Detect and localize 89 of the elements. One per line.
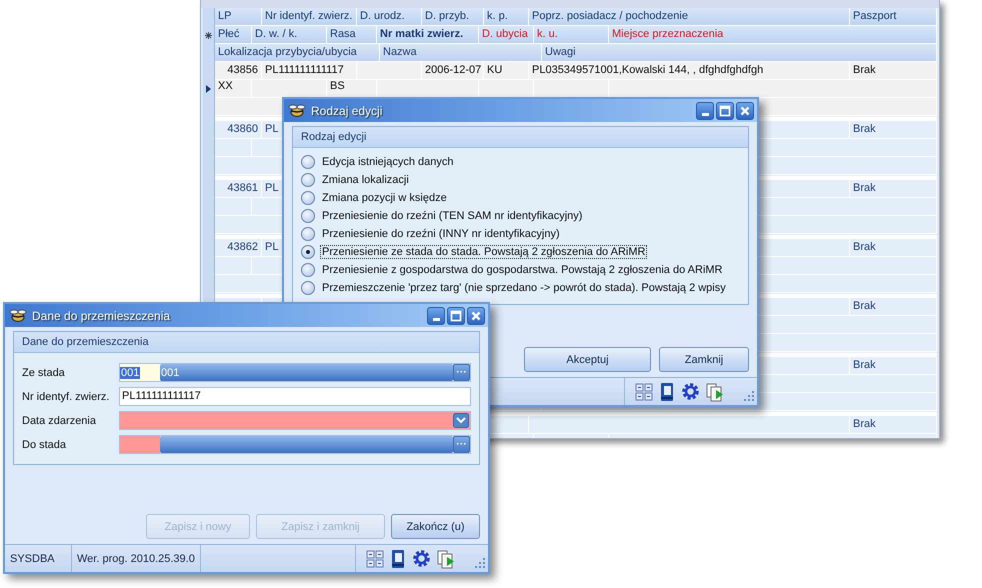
column-header[interactable]: k. p. <box>484 8 529 25</box>
book-icon[interactable] <box>659 382 675 402</box>
maximize-icon <box>719 104 731 116</box>
radio-option[interactable]: Zmiana pozycji w księdze <box>301 189 449 206</box>
column-header[interactable]: Lokalizacja przybycia/ubycia <box>215 44 380 61</box>
settings-icon[interactable] <box>412 549 431 568</box>
browse-button[interactable] <box>453 364 470 381</box>
dialog-button[interactable]: Akceptuj <box>524 347 651 372</box>
table-cell: BS <box>330 80 345 92</box>
app-icon <box>9 308 27 322</box>
table-cell: PL <box>265 241 278 253</box>
column-header[interactable]: Nazwa <box>380 44 542 61</box>
close-icon <box>470 310 482 322</box>
ellipsis-icon <box>457 443 466 446</box>
close-icon <box>739 104 751 116</box>
close-button[interactable] <box>467 306 485 324</box>
current-row-icon <box>206 85 211 93</box>
table-cell: PL <box>265 182 278 194</box>
asterisk-icon <box>205 32 212 38</box>
table-cell: Brak <box>853 241 876 253</box>
column-header[interactable]: D. w. / k. <box>252 26 327 43</box>
table-cell: Brak <box>853 359 876 371</box>
column-header[interactable]: Rasa <box>327 26 377 43</box>
column-header[interactable]: Nr matki zwierz. <box>377 26 479 43</box>
table-cell: 43862 <box>227 241 258 253</box>
window-title: Dane do przemieszczenia <box>32 308 170 322</box>
maximize-button[interactable] <box>447 306 465 324</box>
status-user: SYSDBA <box>5 545 72 572</box>
minimize-icon <box>702 112 708 116</box>
column-header[interactable]: Płeć <box>215 26 252 43</box>
column-header[interactable]: Uwagi <box>542 44 937 61</box>
column-header[interactable]: Nr identyf. zwierz. <box>262 8 357 25</box>
field-label: Nr identyf. zwierz. <box>22 390 110 402</box>
minimize-button[interactable] <box>427 306 445 324</box>
column-header[interactable]: Poprz. posiadacz / pochodzenie <box>529 8 850 25</box>
column-header[interactable]: D. przyb. <box>422 8 484 25</box>
table-cell: Brak <box>853 300 876 312</box>
table-cell: PL111111111117 <box>265 64 344 76</box>
ellipsis-icon <box>457 371 466 374</box>
dropdown-icon[interactable] <box>453 413 469 428</box>
resize-grip-icon[interactable] <box>744 391 755 402</box>
app-icon <box>288 104 306 118</box>
table-cell: Brak <box>853 418 876 430</box>
table-cell: Brak <box>853 182 876 194</box>
radio-option[interactable]: Przeniesienie z gospodarstwa do gospodarstwa. Powstają 2 zgłoszenia do ARiMR <box>301 261 724 278</box>
maximize-button[interactable] <box>716 102 734 120</box>
code-value: 001 <box>120 366 140 378</box>
field-label: Do stada <box>22 438 68 450</box>
dialog-button[interactable]: Zakończ (u) <box>391 514 480 539</box>
table-cell: 2006-12-07 <box>425 64 482 76</box>
column-header[interactable]: D. urodz. <box>357 8 422 25</box>
table-cell: Brak <box>853 123 876 135</box>
group-title: Dane do przemieszczenia <box>22 336 149 348</box>
table-cell: KU <box>487 64 502 76</box>
radio-option[interactable]: Przeniesienie do rzeźni (TEN SAM nr identyfikacyjny) <box>301 207 584 224</box>
input-field[interactable]: PL111111111117 <box>119 387 471 406</box>
calculator-icon[interactable] <box>366 550 384 568</box>
minimize-button[interactable] <box>696 102 714 120</box>
field-label: Data zdarzenia <box>22 414 97 426</box>
maximize-icon <box>450 310 462 322</box>
status-version: Wer. prog. 2010.25.39.0 <box>72 545 201 572</box>
window-title: Rodzaj edycji <box>311 104 382 118</box>
radio-option[interactable]: Edycja istniejących danych <box>301 153 456 170</box>
table-cell: 43856 <box>227 64 258 76</box>
lookup-field[interactable]: 001 001 <box>119 363 471 382</box>
book-icon[interactable] <box>390 548 406 568</box>
minimize-icon <box>432 318 440 320</box>
resize-grip-icon[interactable] <box>475 558 486 569</box>
table-cell: XX <box>218 80 233 92</box>
column-header[interactable]: Paszport <box>850 8 937 25</box>
radio-option[interactable]: Przemieszczenie 'przez targ' (nie sprzedano -> powrót do stada). Powstają 2 wpisy <box>301 279 728 296</box>
table-cell: 43860 <box>227 123 258 135</box>
table-cell: PL035349571001,Kowalski 144, , dfghdfghdfgh <box>532 64 764 76</box>
table-cell: PL <box>265 123 278 135</box>
radio-option[interactable]: Przeniesienie do rzeźni (INNY nr identyfikacyjny) <box>301 225 562 242</box>
browse-button[interactable] <box>453 436 470 453</box>
calculator-icon[interactable] <box>635 382 653 400</box>
date-field[interactable] <box>119 411 471 430</box>
radio-option[interactable]: Zmiana lokalizacji <box>301 171 411 188</box>
table-cell: 43861 <box>227 182 258 194</box>
field-label: Ze stada <box>22 366 66 378</box>
dialog-button[interactable]: Zamknij <box>659 347 749 372</box>
table-cell: Brak <box>853 64 876 76</box>
settings-icon[interactable] <box>681 382 700 401</box>
column-header[interactable]: LP <box>215 8 262 25</box>
name-value: 001 <box>160 366 180 378</box>
lookup-field[interactable] <box>119 435 471 454</box>
group-title: Rodzaj edycji <box>301 131 366 143</box>
close-button[interactable] <box>736 102 754 120</box>
